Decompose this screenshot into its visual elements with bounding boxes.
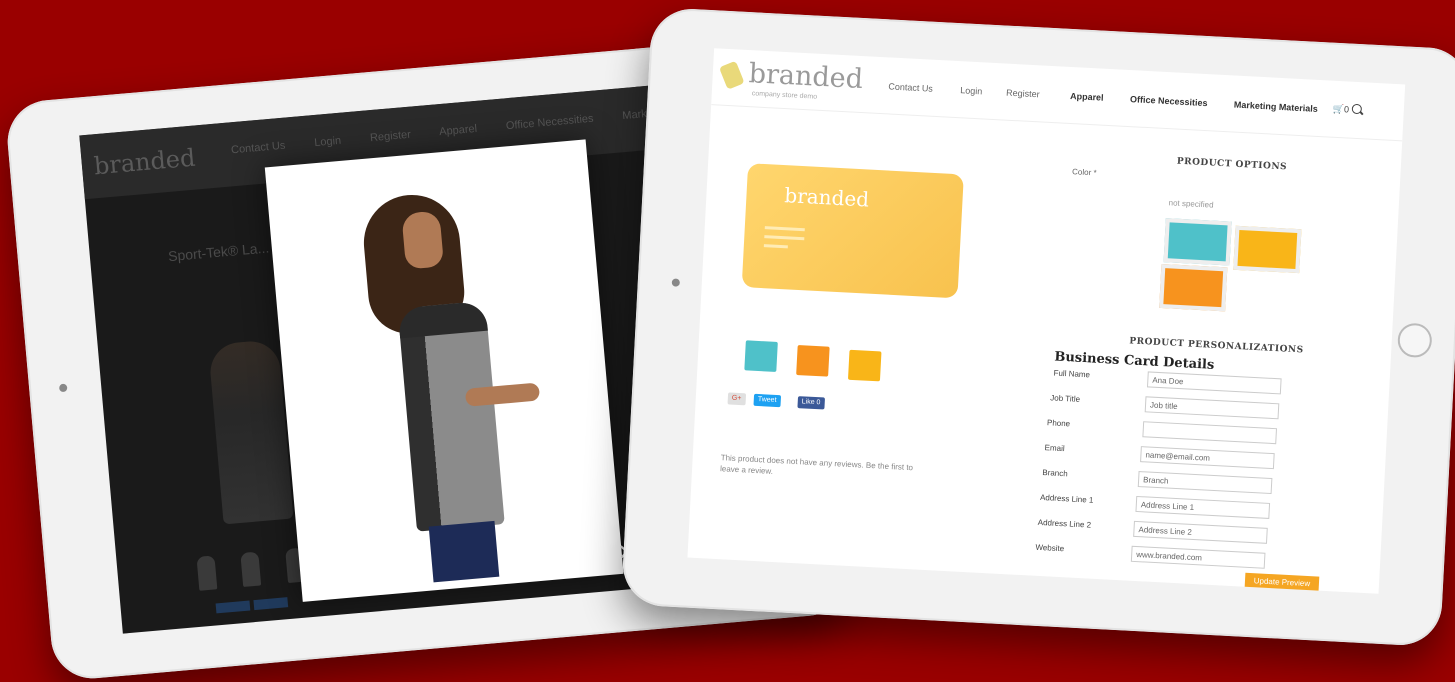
field-label: Address Line 1 <box>1039 492 1094 505</box>
nav-apparel[interactable]: Apparel <box>1070 91 1104 103</box>
reviews-note: This product does not have any reviews. … <box>719 453 914 476</box>
phone-field[interactable] <box>1142 421 1278 445</box>
site-header: branded company store demo Contact Us Lo… <box>711 48 1406 142</box>
nav-contact-us[interactable]: Contact Us <box>888 81 933 93</box>
branch-field[interactable]: Branch <box>1137 471 1273 495</box>
gplus-button[interactable]: G+ <box>727 392 746 406</box>
dimmed-logo: branded <box>92 143 197 181</box>
card-logo: branded <box>783 183 870 212</box>
dimmed-share-buttons <box>215 594 292 619</box>
search-icon[interactable] <box>1351 103 1363 115</box>
nav-register[interactable]: Register <box>1006 88 1040 100</box>
cart-count-value: 0 <box>1343 104 1350 115</box>
address-line-1-field[interactable]: Address Line 1 <box>1135 495 1271 519</box>
color-selection-status: not specified <box>1168 198 1214 210</box>
field-label: Website <box>1035 542 1065 554</box>
facebook-like-button[interactable]: Like 0 <box>797 396 825 410</box>
dimmed-thumbnail <box>240 551 262 587</box>
full-name-field[interactable]: Ana Doe <box>1146 371 1282 395</box>
camera-dot <box>671 278 681 287</box>
tweet-button[interactable]: Tweet <box>753 393 781 408</box>
thumbnail-teal[interactable] <box>744 340 778 372</box>
model-pants <box>428 520 500 583</box>
field-label: Address Line 2 <box>1037 517 1092 530</box>
color-swatch-yellow[interactable] <box>1233 225 1302 274</box>
business-card-preview: branded <box>741 163 964 299</box>
camera-dot <box>58 383 68 393</box>
nav-marketing-materials[interactable]: Marketing Materials <box>1234 100 1318 114</box>
cart-count[interactable]: 🛒0 <box>1333 104 1350 116</box>
site-logo[interactable]: branded <box>748 58 864 95</box>
dimmed-thumbnail <box>196 555 218 591</box>
nav-login[interactable]: Login <box>960 85 983 96</box>
model-face <box>401 210 445 270</box>
field-label: Branch <box>1042 468 1068 479</box>
update-preview-button[interactable]: Update Preview <box>1244 572 1320 593</box>
dimmed-page-title: Sport-Tek® La... <box>167 239 270 265</box>
personalizations-heading: PRODUCT PERSONALIZATIONS <box>1129 336 1304 356</box>
field-label: Full Name <box>1053 368 1091 380</box>
tablet-right-screen: branded company store demo Contact Us Lo… <box>687 48 1406 594</box>
website-field[interactable]: www.branded.com <box>1130 545 1266 569</box>
field-label: Email <box>1044 443 1065 454</box>
dimmed-nav-item: Login <box>313 134 342 150</box>
email-field[interactable]: name@email.com <box>1140 446 1275 470</box>
color-swatch-orange[interactable] <box>1159 263 1228 312</box>
nav-office-necessities[interactable]: Office Necessities <box>1130 94 1208 108</box>
tablet-right: branded company store demo Contact Us Lo… <box>620 6 1455 648</box>
thumbnail-orange[interactable] <box>796 345 830 377</box>
dimmed-product-photo <box>208 339 294 525</box>
product-options-heading: PRODUCT OPTIONS <box>1176 156 1288 173</box>
home-button[interactable] <box>1396 322 1433 359</box>
dimmed-nav-item: Contact Us <box>230 139 286 157</box>
address-line-2-field[interactable]: Address Line 2 <box>1133 520 1268 544</box>
card-text-lines <box>763 226 805 255</box>
lightbox-image <box>264 139 624 602</box>
field-label: Phone <box>1046 418 1071 429</box>
dimmed-nav-item: Apparel <box>438 122 478 139</box>
thumbnail-yellow[interactable] <box>847 349 882 382</box>
job-title-field[interactable]: Job title <box>1144 396 1280 420</box>
field-label: Job Title <box>1050 393 1081 404</box>
color-swatch-teal[interactable] <box>1163 218 1232 266</box>
color-label: Color * <box>1071 167 1097 178</box>
promo-canvas: { "left_tablet": { "logo": "branded", "n… <box>0 0 1455 682</box>
dimmed-nav-item: Register <box>369 128 412 145</box>
pencil-logo-icon <box>718 60 745 90</box>
dimmed-nav-item: Office Necessities <box>505 112 594 133</box>
